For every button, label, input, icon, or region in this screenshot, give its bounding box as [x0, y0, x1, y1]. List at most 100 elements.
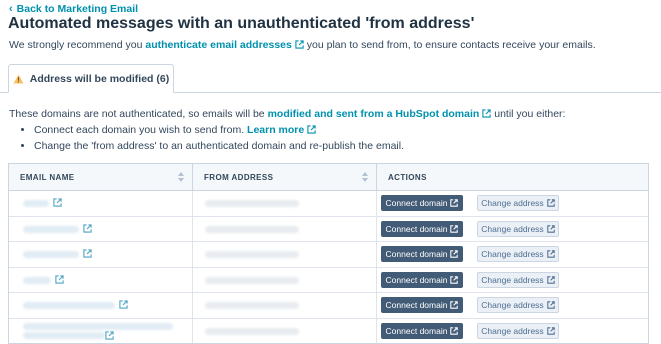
column-label: FROM ADDRESS: [204, 172, 274, 182]
chevron-left-icon: ‹: [9, 2, 13, 15]
from-address-cell: [192, 293, 376, 318]
connect-domain-button[interactable]: Connect domain: [381, 195, 463, 211]
external-link-icon: [546, 301, 555, 309]
table-header: EMAIL NAME FROM ADDRESS ACTIONS: [9, 164, 648, 191]
connect-domain-label: Connect domain: [385, 198, 448, 208]
redacted-email-name: [23, 276, 51, 284]
external-link-icon: [450, 250, 459, 258]
bullet-text: Connect each domain you wish to send fro…: [34, 124, 248, 136]
hubspot-domain-link-label: modified and sent from a HubSpot domain: [267, 108, 480, 120]
actions-cell: Connect domain Change address: [376, 293, 648, 318]
change-address-button[interactable]: Change address: [477, 246, 559, 262]
tab-address-will-be-modified[interactable]: Address will be modified (6): [8, 64, 174, 93]
change-address-label: Change address: [481, 223, 544, 234]
domains-table: EMAIL NAME FROM ADDRESS ACTIONS Connect …: [8, 163, 649, 344]
external-link-icon[interactable]: [83, 223, 92, 233]
external-link-icon: [546, 326, 555, 335]
redacted-email-name: [23, 251, 79, 258]
connect-domain-label: Connect domain: [385, 300, 448, 310]
from-address-cell: [192, 318, 376, 343]
table-row: Connect domain Change address: [9, 216, 648, 242]
change-address-label: Change address: [481, 300, 544, 310]
external-link-icon: [295, 40, 304, 49]
table-row: Connect domain Change address: [9, 267, 648, 293]
authenticate-link-label: authenticate email addresses: [145, 39, 292, 51]
actions-cell: Connect domain Change address: [376, 318, 648, 343]
external-link-icon[interactable]: [55, 274, 64, 284]
tab-label: Address will be modified (6): [29, 72, 170, 85]
bullet-text: Change the 'from address' to an authenti…: [34, 140, 404, 152]
redacted-from-address: [205, 327, 299, 335]
change-address-button[interactable]: Change address: [477, 271, 559, 288]
connect-domain-label: Connect domain: [385, 249, 448, 259]
redacted-from-address: [205, 302, 299, 309]
external-link-icon: [546, 199, 555, 207]
external-link-icon: [450, 224, 459, 233]
external-link-icon: [482, 109, 491, 118]
connect-domain-label: Connect domain: [385, 274, 448, 285]
external-link-icon: [546, 224, 555, 233]
connect-domain-button[interactable]: Connect domain: [381, 246, 463, 262]
instructions-list: Connect each domain you wish to send fro…: [22, 124, 404, 156]
learn-more-label: Learn more: [247, 124, 305, 136]
change-address-button[interactable]: Change address: [477, 297, 559, 313]
learn-more-link[interactable]: Learn more: [247, 124, 316, 136]
column-header-actions: ACTIONS: [376, 164, 648, 190]
column-label: EMAIL NAME: [20, 172, 75, 182]
external-link-icon[interactable]: [105, 330, 114, 340]
intro-text: We strongly recommend you authenticate e…: [9, 39, 596, 51]
change-address-button[interactable]: Change address: [477, 322, 559, 339]
connect-domain-label: Connect domain: [385, 325, 448, 336]
external-link-icon[interactable]: [119, 300, 128, 309]
redacted-email-name: [23, 225, 79, 233]
external-link-icon[interactable]: [83, 249, 92, 258]
column-header-from-address[interactable]: FROM ADDRESS: [192, 164, 376, 190]
email-name-cell[interactable]: [9, 319, 192, 344]
table-row: Connect domain Change address: [9, 318, 648, 344]
redacted-email-name: [23, 200, 49, 207]
change-address-button[interactable]: Change address: [477, 195, 559, 211]
description-text: These domains are not authenticated, so …: [9, 108, 565, 120]
change-address-label: Change address: [481, 198, 544, 208]
description-suffix: until you either:: [491, 108, 566, 120]
email-name-cell[interactable]: [9, 293, 192, 318]
description-prefix: These domains are not authenticated, so …: [9, 108, 268, 120]
authenticate-email-link[interactable]: authenticate email addresses: [145, 39, 304, 51]
connect-domain-button[interactable]: Connect domain: [381, 297, 463, 313]
from-address-cell: [192, 267, 376, 292]
email-name-cell[interactable]: [9, 217, 192, 242]
connect-domain-button[interactable]: Connect domain: [381, 271, 463, 288]
redacted-email-name: [23, 322, 173, 330]
warning-icon: [13, 73, 24, 84]
actions-cell: Connect domain Change address: [376, 191, 648, 216]
page-title: Automated messages with an unauthenticat…: [8, 15, 475, 32]
change-address-label: Change address: [481, 274, 544, 285]
redacted-email-name: [23, 331, 105, 339]
back-to-marketing-email-link[interactable]: ‹ Back to Marketing Email: [9, 3, 138, 15]
connect-domain-button[interactable]: Connect domain: [381, 220, 463, 237]
sort-icon: [178, 172, 184, 182]
email-name-cell[interactable]: [9, 268, 192, 293]
list-item: Change the 'from address' to an authenti…: [34, 140, 404, 152]
sort-icon: [362, 172, 368, 182]
external-link-icon: [450, 301, 459, 309]
external-link-icon: [546, 250, 555, 258]
redacted-from-address: [205, 200, 299, 207]
external-link-icon: [450, 275, 459, 284]
actions-cell: Connect domain Change address: [376, 267, 648, 292]
change-address-button[interactable]: Change address: [477, 220, 559, 237]
external-link-icon[interactable]: [53, 198, 62, 207]
redacted-email-name: [23, 302, 115, 309]
connect-domain-label: Connect domain: [385, 223, 448, 234]
connect-domain-button[interactable]: Connect domain: [381, 322, 463, 339]
external-link-icon: [546, 275, 555, 284]
table-row: Connect domain Change address: [9, 242, 648, 268]
column-header-email-name[interactable]: EMAIL NAME: [9, 164, 192, 190]
list-item: Connect each domain you wish to send fro…: [34, 124, 404, 136]
from-address-cell: [192, 216, 376, 241]
actions-cell: Connect domain Change address: [376, 216, 648, 241]
email-name-cell[interactable]: [9, 242, 192, 267]
hubspot-domain-link[interactable]: modified and sent from a HubSpot domain: [268, 108, 492, 120]
back-link-label: Back to Marketing Email: [16, 3, 139, 15]
email-name-cell[interactable]: [9, 191, 192, 216]
